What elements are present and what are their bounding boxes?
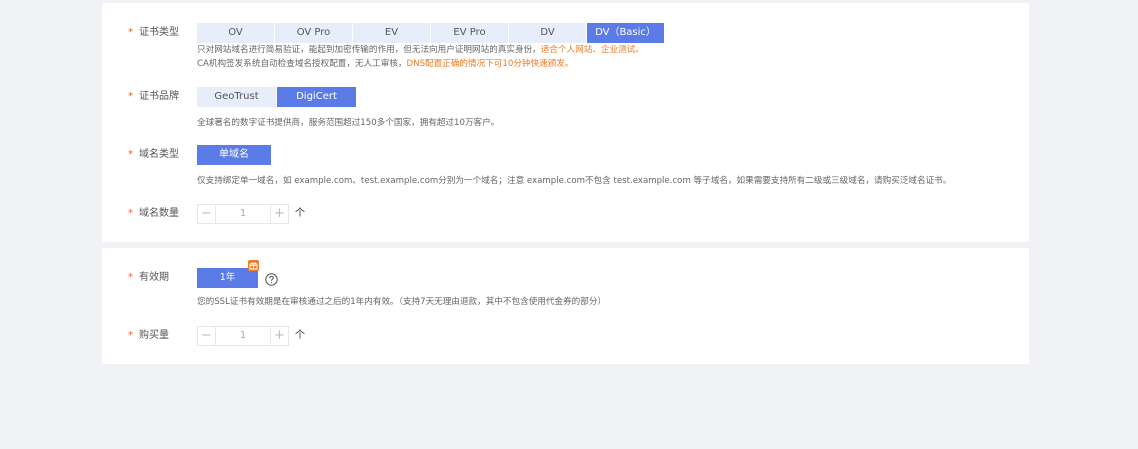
cert-type-hint-line2: CA机构签发系统自动检查域名授权配置，无人工审核，DNS配置正确的情况下可10分… xyxy=(197,59,574,69)
required-star: * xyxy=(128,330,133,341)
domain-type-label: * 域名类型 xyxy=(128,149,179,160)
domain-count-stepper: − 1 + xyxy=(197,204,289,224)
required-star: * xyxy=(128,208,133,219)
domain-count-decrement-button[interactable]: − xyxy=(198,205,216,223)
purchase-qty-input[interactable]: 1 xyxy=(216,327,270,345)
purchase-qty-increment-button[interactable]: + xyxy=(270,327,288,345)
cert-type-option-ev[interactable]: EV xyxy=(353,23,430,43)
question-circle-icon[interactable] xyxy=(265,271,278,286)
validity-option-1-year[interactable]: 1年 xyxy=(197,268,258,288)
cert-type-label: * 证书类型 xyxy=(128,27,179,38)
validity-panel: * 有效期 1年 您的SSL证书有效期是在审核通过之后的1年内有效。（支持7天无理… xyxy=(102,248,1029,364)
domain-count-input[interactable]: 1 xyxy=(216,205,270,223)
cert-config-panel: * 证书类型 OV OV Pro EV EV Pro DV DV（Basic） 只… xyxy=(102,3,1029,242)
cert-type-option-ov-pro[interactable]: OV Pro xyxy=(275,23,352,43)
cert-brand-selector: GeoTrust DigiCert xyxy=(197,87,357,107)
purchase-qty-label: * 购买量 xyxy=(128,330,169,341)
purchase-qty-decrement-button[interactable]: − xyxy=(198,327,216,345)
validity-hint: 您的SSL证书有效期是在审核通过之后的1年内有效。（支持7天无理由退款，其中不包… xyxy=(197,297,607,307)
domain-count-unit: 个 xyxy=(295,208,305,219)
domain-type-selector: 单域名 xyxy=(197,145,272,165)
domain-count-increment-button[interactable]: + xyxy=(270,205,288,223)
cert-type-hint-line1: 只对网站域名进行简易验证，能起到加密传输的作用，但无法向用户证明网站的真实身份，… xyxy=(197,45,644,55)
required-star: * xyxy=(128,91,133,102)
cert-type-selector: OV OV Pro EV EV Pro DV DV（Basic） xyxy=(197,23,665,43)
cert-brand-hint: 全球著名的数字证书提供商，服务范围超过150多个国家，拥有超过10万客户。 xyxy=(197,118,500,128)
cert-brand-option-geotrust[interactable]: GeoTrust xyxy=(197,87,276,107)
required-star: * xyxy=(128,272,133,283)
required-star: * xyxy=(128,27,133,38)
cert-type-option-ov[interactable]: OV xyxy=(197,23,274,43)
cert-brand-option-digicert[interactable]: DigiCert xyxy=(277,87,356,107)
purchase-qty-unit: 个 xyxy=(295,330,305,341)
domain-type-hint: 仅支持绑定单一域名，如 example.com、test.example.com… xyxy=(197,176,952,186)
validity-label: * 有效期 xyxy=(128,272,169,283)
cert-type-option-dv-basic[interactable]: DV（Basic） xyxy=(587,23,664,43)
domain-count-label: * 域名数量 xyxy=(128,208,179,219)
purchase-qty-stepper: − 1 + xyxy=(197,326,289,346)
cert-type-option-dv[interactable]: DV xyxy=(509,23,586,43)
domain-type-option-single[interactable]: 单域名 xyxy=(197,145,271,165)
cert-brand-label: * 证书品牌 xyxy=(128,91,179,102)
cert-type-option-ev-pro[interactable]: EV Pro xyxy=(431,23,508,43)
gift-icon xyxy=(248,260,259,271)
required-star: * xyxy=(128,149,133,160)
